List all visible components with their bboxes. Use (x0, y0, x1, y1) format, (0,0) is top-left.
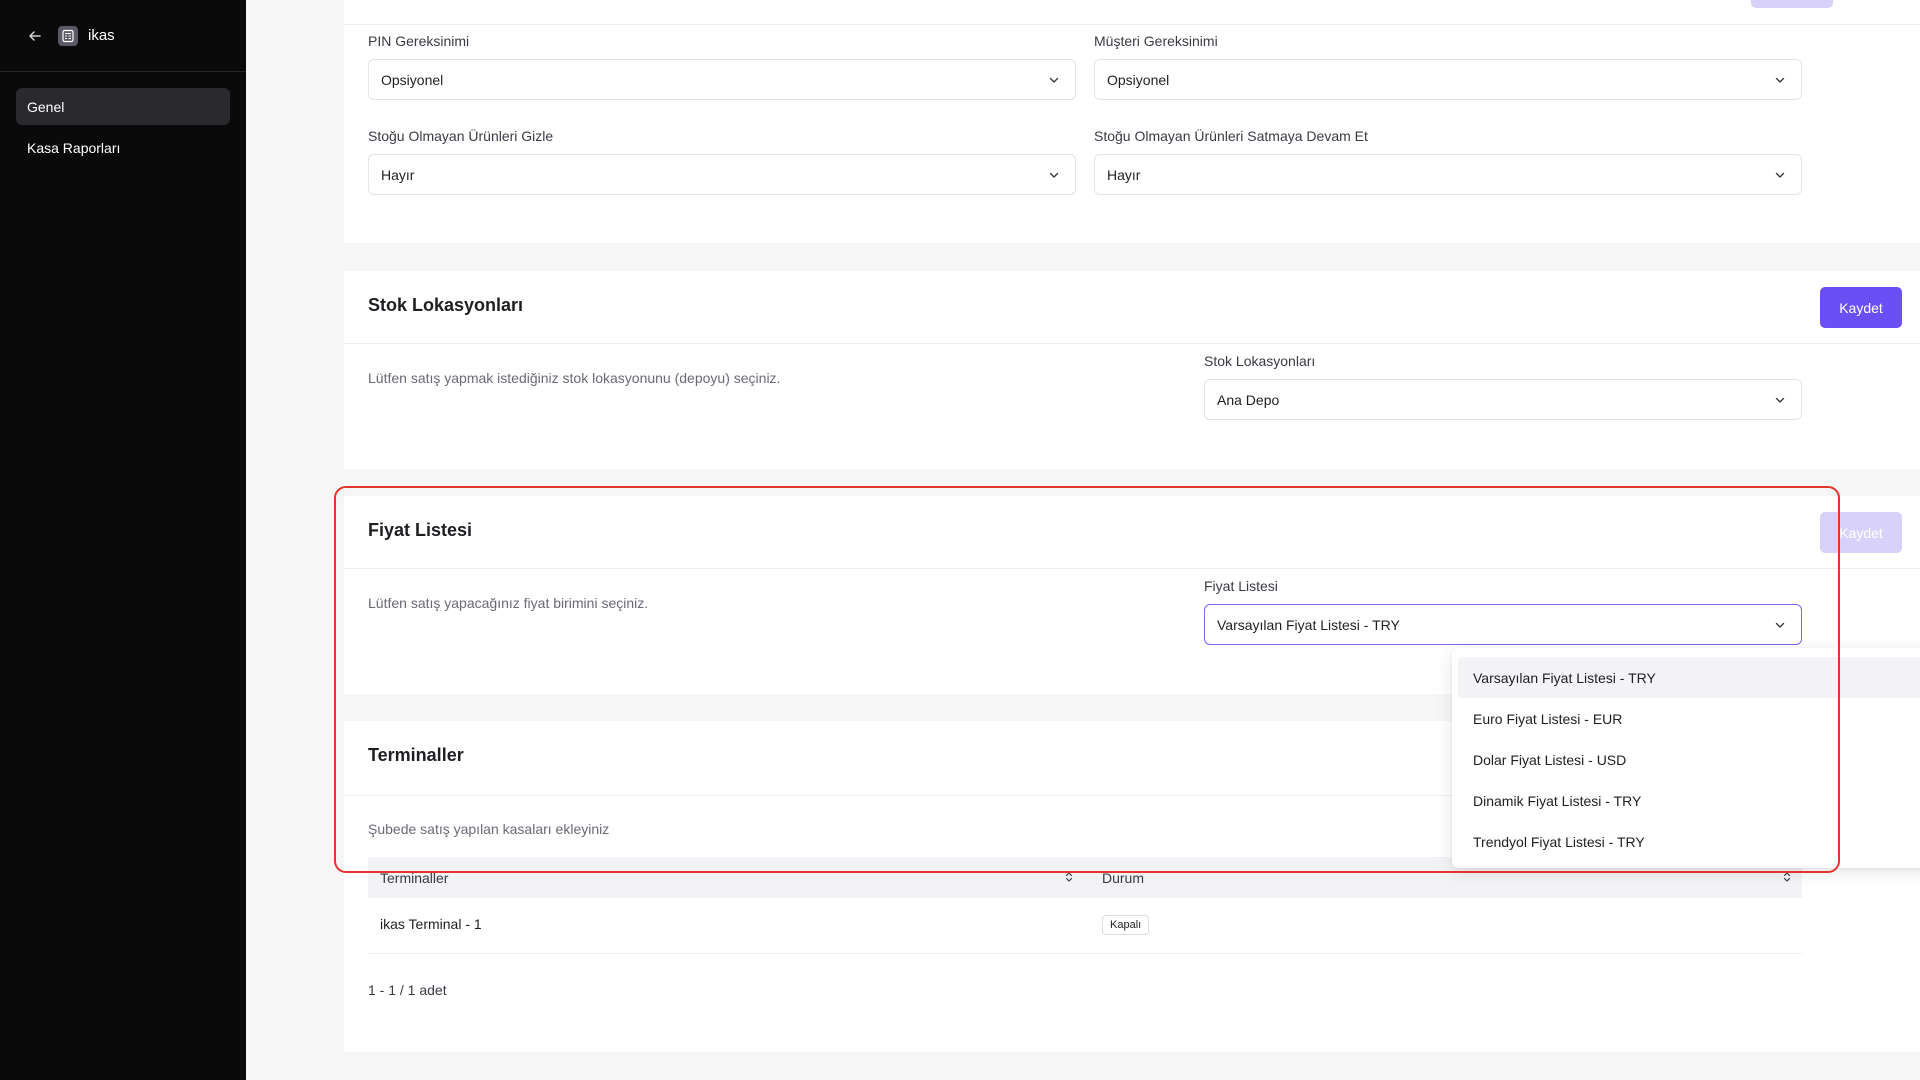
stock-location-title: Stok Lokasyonları (368, 295, 524, 315)
main-content: PIN Gereksinimi Opsiyonel Müşteri Gereks… (246, 0, 1920, 1080)
table-row[interactable]: ikas Terminal - 1 Kapalı (368, 898, 1802, 954)
settings-save-button[interactable] (1751, 0, 1833, 8)
dropdown-option[interactable]: Trendyol Fiyat Listesi - TRY (1458, 821, 1920, 862)
hide-out-of-stock-select[interactable]: Hayır (368, 154, 1076, 195)
price-list-select[interactable]: Varsayılan Fiyat Listesi - TRY (1204, 604, 1802, 645)
stock-location-label: Stok Lokasyonları (1204, 353, 1316, 369)
price-list-save-button[interactable]: Kaydet (1820, 512, 1902, 553)
terminal-name: ikas Terminal - 1 (380, 916, 482, 932)
sort-icon[interactable] (1062, 870, 1076, 884)
dropdown-option[interactable]: Dolar Fiyat Listesi - USD (1458, 739, 1920, 780)
stock-save-button[interactable]: Kaydet (1820, 287, 1902, 328)
sidebar-header: ikas (0, 0, 246, 72)
price-list-dropdown-menu: Varsayılan Fiyat Listesi - TRY Euro Fiya… (1452, 648, 1920, 868)
stock-location-select[interactable]: Ana Depo (1204, 379, 1802, 420)
column-header-label: Durum (1102, 869, 1145, 886)
chevron-down-icon (1049, 172, 1059, 178)
stock-location-description: Lütfen satış yapmak istediğiniz stok lok… (368, 370, 781, 386)
stock-location-value: Ana Depo (1217, 391, 1280, 408)
pin-select-value: Opsiyonel (381, 71, 444, 88)
customer-select[interactable]: Opsiyonel (1094, 59, 1802, 100)
terminals-description: Şubede satış yapılan kasaları ekleyiniz (368, 821, 610, 837)
sell-out-of-stock-select[interactable]: Hayır (1094, 154, 1802, 195)
pagination-info: 1 - 1 / 1 adet (368, 982, 447, 998)
chevron-down-icon (1775, 397, 1785, 403)
price-list-value: Varsayılan Fiyat Listesi - TRY (1217, 616, 1400, 633)
sidebar-item-genel[interactable]: Genel (16, 88, 230, 125)
column-header-terminaller[interactable]: Terminaller (368, 857, 1090, 898)
customer-select-value: Opsiyonel (1107, 71, 1170, 88)
chevron-down-icon (1775, 77, 1785, 83)
price-list-description: Lütfen satış yapacağınız fiyat birimini … (368, 595, 649, 611)
option-label: Trendyol Fiyat Listesi - TRY (1473, 833, 1645, 850)
customer-label: Müşteri Gereksinimi (1094, 33, 1218, 49)
sell-out-of-stock-value: Hayır (1107, 166, 1141, 183)
option-label: Dinamik Fiyat Listesi - TRY (1473, 792, 1642, 809)
chevron-down-icon (1775, 172, 1785, 178)
sort-icon[interactable] (1780, 870, 1794, 884)
settings-card: PIN Gereksinimi Opsiyonel Müşteri Gereks… (344, 0, 1920, 243)
sidebar-item-kasa-raporlari[interactable]: Kasa Raporları (16, 129, 230, 166)
hide-out-of-stock-value: Hayır (381, 166, 415, 183)
option-label: Dolar Fiyat Listesi - USD (1473, 751, 1627, 768)
price-list-title: Fiyat Listesi (368, 520, 473, 540)
sidebar: ikas Genel Kasa Raporları (0, 0, 246, 1080)
terminals-title: Terminaller (368, 745, 464, 765)
back-arrow-icon[interactable] (26, 27, 44, 45)
dropdown-option[interactable]: Varsayılan Fiyat Listesi - TRY (1458, 657, 1920, 698)
option-label: Euro Fiyat Listesi - EUR (1473, 710, 1623, 727)
price-list-label: Fiyat Listesi (1204, 578, 1278, 594)
app-logo-icon (58, 25, 78, 46)
dropdown-option[interactable]: Euro Fiyat Listesi - EUR (1458, 698, 1920, 739)
status-badge: Kapalı (1102, 915, 1150, 935)
sidebar-nav: Genel Kasa Raporları (0, 72, 246, 186)
stock-location-card: Stok Lokasyonları Kaydet Lütfen satış ya… (344, 271, 1920, 469)
option-label: Varsayılan Fiyat Listesi - TRY (1473, 669, 1656, 686)
chevron-down-icon (1049, 77, 1059, 83)
app-name: ikas (88, 27, 115, 44)
sell-out-of-stock-label: Stoğu Olmayan Ürünleri Satmaya Devam Et (1094, 128, 1368, 144)
dropdown-option[interactable]: Dinamik Fiyat Listesi - TRY (1458, 780, 1920, 821)
column-header-label: Terminaller (380, 869, 449, 886)
pin-select[interactable]: Opsiyonel (368, 59, 1076, 100)
pin-label: PIN Gereksinimi (368, 33, 470, 49)
hide-out-of-stock-label: Stoğu Olmayan Ürünleri Gizle (368, 128, 554, 144)
chevron-down-icon (1775, 622, 1785, 628)
